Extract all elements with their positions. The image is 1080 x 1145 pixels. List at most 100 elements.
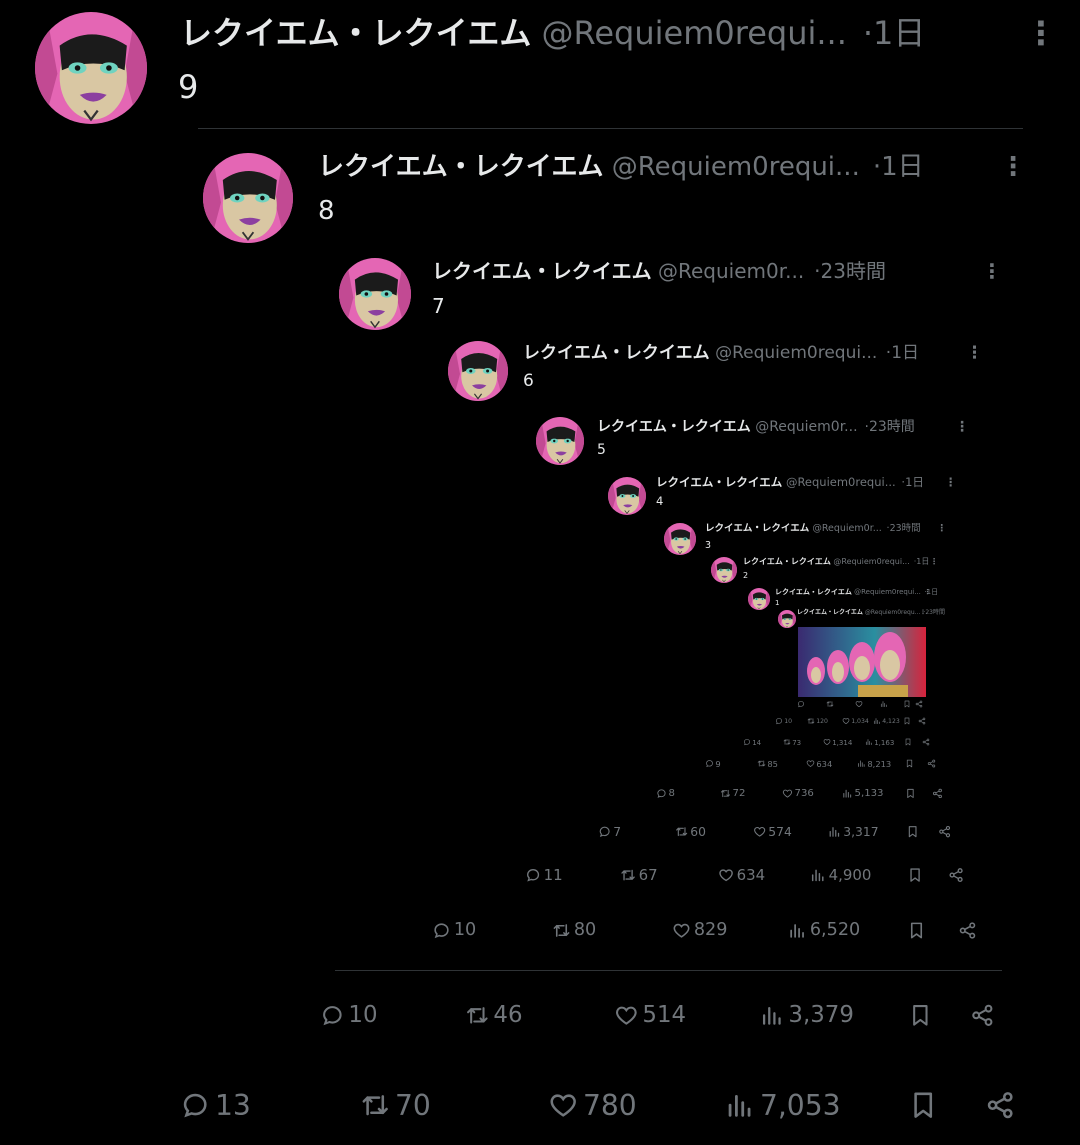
timestamp[interactable]: 1日 xyxy=(905,475,924,489)
timestamp[interactable]: 1日 xyxy=(891,343,919,363)
views-button[interactable]: 3,379 xyxy=(760,1002,854,1028)
timestamp[interactable]: 23時間 xyxy=(890,523,921,534)
views-button[interactable]: 1,163 xyxy=(865,738,894,747)
bookmark-button[interactable] xyxy=(908,1090,938,1120)
more-options-icon[interactable]: ⋮ xyxy=(920,609,926,616)
bookmark-button[interactable] xyxy=(905,759,914,768)
repost-button[interactable]: 73 xyxy=(783,738,801,747)
views-button[interactable]: 7,053 xyxy=(725,1089,841,1122)
like-button[interactable]: 574 xyxy=(753,825,792,839)
share-button[interactable] xyxy=(970,1003,995,1028)
attached-image[interactable] xyxy=(798,627,926,697)
like-button[interactable]: 736 xyxy=(782,788,814,799)
more-options-icon[interactable]: ⋮ xyxy=(955,419,969,436)
bookmark-button[interactable] xyxy=(905,788,916,799)
avatar[interactable] xyxy=(778,610,796,628)
repost-button[interactable] xyxy=(826,700,834,708)
repost-button[interactable]: 85 xyxy=(757,759,778,769)
repost-button[interactable]: 60 xyxy=(675,825,706,839)
share-button[interactable] xyxy=(918,717,926,725)
like-button[interactable]: 829 xyxy=(672,920,727,940)
reply-button[interactable]: 14 xyxy=(743,738,761,747)
display-name[interactable]: レクイエム・レクイエム xyxy=(743,557,831,566)
views-button[interactable]: 8,213 xyxy=(857,759,891,769)
user-handle[interactable]: @Requiem0requi... xyxy=(715,343,877,363)
reply-button[interactable] xyxy=(797,700,805,708)
avatar[interactable] xyxy=(608,477,646,515)
share-button[interactable] xyxy=(932,788,943,799)
user-handle[interactable]: @Requiem0r... xyxy=(658,259,804,283)
avatar[interactable] xyxy=(35,12,147,124)
display-name[interactable]: レクイエム・レクイエム xyxy=(432,259,652,283)
like-button[interactable]: 1,034 xyxy=(842,717,869,725)
share-button[interactable] xyxy=(958,921,977,940)
views-button[interactable]: 4,900 xyxy=(810,866,871,884)
more-options-icon[interactable]: ⋮ xyxy=(966,343,983,363)
repost-button[interactable]: 70 xyxy=(360,1089,431,1122)
display-name[interactable]: レクイエム・レクイエム xyxy=(797,609,863,616)
repost-button[interactable]: 80 xyxy=(552,920,596,940)
like-button[interactable]: 514 xyxy=(614,1002,686,1028)
bookmark-button[interactable] xyxy=(907,921,926,940)
display-name[interactable]: レクイエム・レクイエム xyxy=(180,14,531,52)
views-button[interactable]: 3,317 xyxy=(828,825,879,839)
like-button[interactable]: 634 xyxy=(806,759,832,769)
avatar[interactable] xyxy=(748,588,770,610)
timestamp[interactable]: 23時間 xyxy=(869,419,915,435)
repost-button[interactable]: 67 xyxy=(620,866,658,884)
timestamp[interactable]: 1日 xyxy=(873,14,925,52)
repost-button[interactable]: 72 xyxy=(720,788,745,799)
bookmark-button[interactable] xyxy=(906,825,919,838)
timestamp[interactable]: 23時間 xyxy=(821,259,886,283)
share-button[interactable] xyxy=(985,1090,1015,1120)
avatar[interactable] xyxy=(339,258,411,330)
timestamp[interactable]: 1日 xyxy=(881,152,924,182)
avatar[interactable] xyxy=(711,557,737,583)
user-handle[interactable]: @Requiem0requi... xyxy=(542,14,847,52)
views-button[interactable]: 6,520 xyxy=(788,920,860,940)
avatar[interactable] xyxy=(203,153,293,243)
display-name[interactable]: レクイエム・レクイエム xyxy=(656,475,782,489)
share-button[interactable] xyxy=(948,867,964,883)
share-button[interactable] xyxy=(938,825,951,838)
views-button[interactable]: 4,123 xyxy=(873,717,900,725)
repost-button[interactable]: 46 xyxy=(465,1002,523,1028)
like-button[interactable]: 1,314 xyxy=(823,738,852,747)
bookmark-button[interactable] xyxy=(903,700,911,708)
user-handle[interactable]: @Requiem0requi... xyxy=(612,152,860,182)
timestamp[interactable]: 23時間 xyxy=(925,609,945,616)
bookmark-button[interactable] xyxy=(907,867,923,883)
display-name[interactable]: レクイエム・レクイエム xyxy=(318,152,603,182)
reply-button[interactable]: 10 xyxy=(775,717,792,725)
like-button[interactable] xyxy=(855,700,863,708)
like-button[interactable]: 780 xyxy=(548,1089,637,1122)
avatar[interactable] xyxy=(664,523,696,555)
more-options-icon[interactable]: ⋮ xyxy=(1025,14,1057,52)
views-button[interactable] xyxy=(880,700,888,708)
reply-button[interactable]: 8 xyxy=(656,788,675,799)
like-button[interactable]: 634 xyxy=(718,866,765,884)
display-name[interactable]: レクイエム・レクイエム xyxy=(775,588,852,596)
more-options-icon[interactable]: ⋮ xyxy=(937,523,947,534)
user-handle[interactable]: @Requiem0r... xyxy=(755,419,857,435)
bookmark-button[interactable] xyxy=(904,738,912,746)
avatar[interactable] xyxy=(448,341,508,401)
more-options-icon[interactable]: ⋮ xyxy=(930,557,938,567)
user-handle[interactable]: @Requiem0r... xyxy=(812,523,881,534)
display-name[interactable]: レクイエム・レクイエム xyxy=(597,419,751,435)
bookmark-button[interactable] xyxy=(908,1003,933,1028)
reply-button[interactable]: 9 xyxy=(705,759,721,769)
reply-button[interactable]: 13 xyxy=(180,1089,251,1122)
reply-button[interactable]: 10 xyxy=(432,920,476,940)
more-options-icon[interactable]: ⋮ xyxy=(945,475,957,490)
share-button[interactable] xyxy=(922,738,930,746)
timestamp[interactable]: 1日 xyxy=(916,557,929,566)
more-options-icon[interactable]: ⋮ xyxy=(982,259,1002,283)
display-name[interactable]: レクイエム・レクイエム xyxy=(523,343,710,363)
reply-button[interactable]: 11 xyxy=(525,866,563,884)
reply-button[interactable]: 7 xyxy=(598,825,621,839)
user-handle[interactable]: @Requiem0requi... xyxy=(854,588,921,596)
more-options-icon[interactable]: ⋮ xyxy=(1000,152,1026,183)
repost-button[interactable]: 120 xyxy=(807,717,828,725)
views-button[interactable]: 5,133 xyxy=(842,788,884,799)
